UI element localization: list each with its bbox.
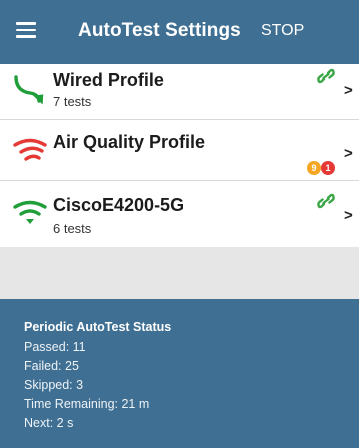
chevron-right-icon: > bbox=[344, 207, 353, 224]
stop-button[interactable]: STOP bbox=[261, 22, 304, 40]
skipped-count: Skipped: 3 bbox=[24, 378, 84, 392]
empty-list-area bbox=[0, 247, 359, 299]
chevron-right-icon: > bbox=[344, 82, 353, 99]
profile-name: CiscoE4200-5G bbox=[53, 195, 185, 215]
link-icon bbox=[317, 193, 335, 209]
profile-row-wired[interactable]: Wired Profile 7 tests > bbox=[0, 64, 359, 119]
passed-count: Passed: 11 bbox=[24, 340, 86, 354]
status-title: Periodic AutoTest Status bbox=[24, 320, 172, 334]
next-run: Next: 2 s bbox=[24, 416, 74, 430]
error-count-badge: 1 bbox=[321, 161, 335, 175]
warning-count-badge: 9 bbox=[307, 161, 321, 175]
wired-icon bbox=[14, 75, 44, 105]
link-icon bbox=[317, 68, 335, 84]
page-title: AutoTest Settings bbox=[78, 20, 241, 41]
profile-name: Air Quality Profile bbox=[53, 132, 206, 152]
profile-name: Wired Profile bbox=[53, 70, 164, 90]
failed-count: Failed: 25 bbox=[24, 359, 79, 373]
wifi-icon bbox=[13, 200, 47, 224]
app-bar: AutoTest Settings STOP bbox=[0, 0, 359, 64]
chevron-right-icon: > bbox=[344, 145, 353, 162]
profile-row-air-quality[interactable]: Air Quality Profile 9 1 > bbox=[0, 120, 359, 180]
profile-list: Wired Profile 7 tests > Air Quality Prof… bbox=[0, 64, 359, 247]
profile-test-count: 7 tests bbox=[53, 94, 92, 109]
profile-test-count: 6 tests bbox=[53, 221, 92, 236]
profile-row-cisco[interactable]: CiscoE4200-5G 6 tests > bbox=[0, 181, 359, 247]
periodic-autotest-status-panel: Periodic AutoTest Status Passed: 11 Fail… bbox=[0, 299, 359, 448]
hamburger-menu-icon[interactable] bbox=[16, 22, 36, 38]
time-remaining: Time Remaining: 21 m bbox=[24, 397, 150, 411]
air-quality-icon bbox=[13, 138, 47, 161]
